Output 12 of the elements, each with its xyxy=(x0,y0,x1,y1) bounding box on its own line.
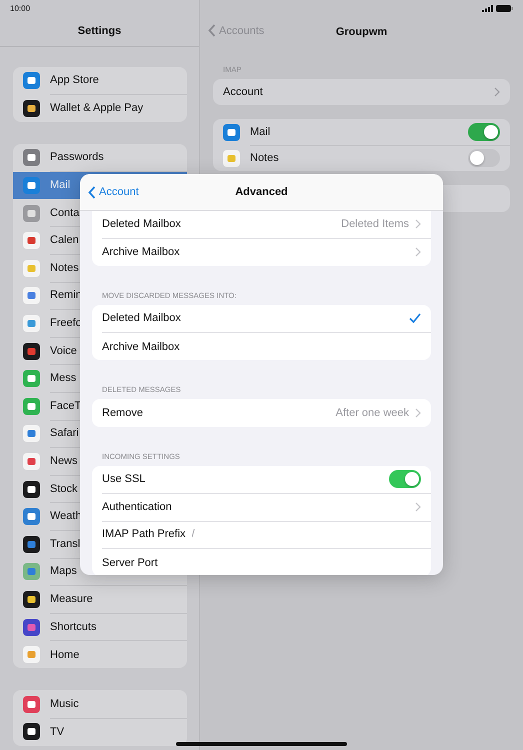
row-value: Deleted Items xyxy=(341,218,409,230)
row-label: Account xyxy=(223,86,264,98)
page-title: Groupwm xyxy=(336,26,388,38)
row-label: Mail xyxy=(250,126,272,138)
sheet-title: Advanced xyxy=(235,186,288,198)
sidebar-title: Settings xyxy=(78,25,122,37)
row-label: Server Port xyxy=(102,556,158,569)
row-label: IMAP Path Prefix xyxy=(102,528,186,540)
row-value: After one week xyxy=(336,407,409,420)
status-time: 10:00 xyxy=(10,4,30,12)
row-label: Use SSL xyxy=(102,473,146,486)
row-label: Notes xyxy=(250,152,280,164)
